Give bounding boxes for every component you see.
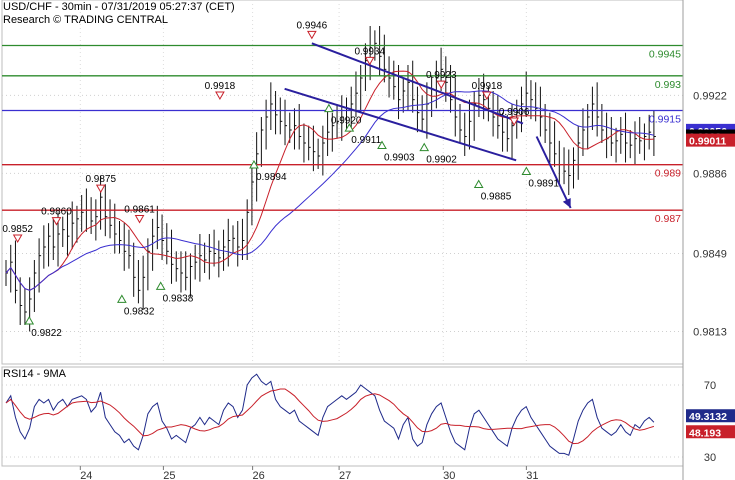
pivot-high-label: 0.9906 xyxy=(499,107,530,118)
chart-canvas: 0.9945 0.993 0.9915 0.989 0.987 0.9852 0.9822 0… xyxy=(1,0,735,480)
chart-title: USD/CHF - 30min - 07/31/2019 05:27:37 (C… xyxy=(3,1,235,13)
chart-source: Research © TRADING CENTRAL xyxy=(3,14,168,26)
date-tick-label: 24 xyxy=(80,470,92,480)
rsi-plot-frame xyxy=(1,366,684,467)
pivot-high-label: 0.9918 xyxy=(205,81,236,92)
pivot-low-label: 0.9920 xyxy=(331,116,362,127)
price-tick-label: 0.9886 xyxy=(693,168,727,180)
pivot-low-label: 0.9894 xyxy=(256,172,287,183)
pivot-low-label: 0.9832 xyxy=(124,306,155,317)
pivot-high-label: 0.9946 xyxy=(297,20,328,31)
pivot-low-label: 0.9838 xyxy=(163,293,194,304)
rsi-tick-label: 70 xyxy=(704,380,716,392)
price-tick-label: 0.9813 xyxy=(693,327,727,339)
level-label: 0.989 xyxy=(655,168,681,180)
pivot-high-label: 0.9861 xyxy=(124,205,155,216)
pivot-high-label: 0.9934 xyxy=(354,46,385,57)
rsi-badge-label: 48.193 xyxy=(689,427,721,439)
rsi-badge-label: 49.3132 xyxy=(689,411,727,423)
date-tick-label: 25 xyxy=(163,470,175,480)
price-tick-label: 0.9849 xyxy=(693,249,727,261)
level-label: 0.993 xyxy=(655,79,681,91)
level-label: 0.9915 xyxy=(649,114,681,126)
pivot-high-label: 0.9923 xyxy=(426,70,457,81)
pivot-high-label: 0.9918 xyxy=(472,81,503,92)
pivot-low-label: 0.9885 xyxy=(481,192,512,203)
rsi-panel-title: RSI14 - 9MA xyxy=(3,368,66,380)
level-label: 0.987 xyxy=(655,213,681,225)
date-tick-label: 26 xyxy=(252,470,264,480)
rsi-tick-label: 30 xyxy=(704,452,716,464)
pivot-high-label: 0.9852 xyxy=(2,224,33,235)
pivot-high-label: 0.9875 xyxy=(85,174,116,185)
price-badge-label: 0.99011 xyxy=(689,136,727,148)
date-tick-label: 30 xyxy=(443,470,455,480)
pivot-low-label: 0.9903 xyxy=(384,153,415,164)
rsi-panel xyxy=(1,366,684,467)
date-tick-label: 31 xyxy=(526,470,538,480)
level-label: 0.9945 xyxy=(649,49,681,61)
pivot-low-label: 0.9822 xyxy=(31,328,62,339)
pivot-low-label: 0.9891 xyxy=(528,179,559,190)
pivot-low-label: 0.9911 xyxy=(351,135,381,146)
date-tick-label: 27 xyxy=(339,470,351,480)
pivot-low-label: 0.9902 xyxy=(426,155,457,166)
pivot-high-label: 0.9860 xyxy=(41,207,72,218)
price-tick-label: 0.9922 xyxy=(693,90,727,102)
